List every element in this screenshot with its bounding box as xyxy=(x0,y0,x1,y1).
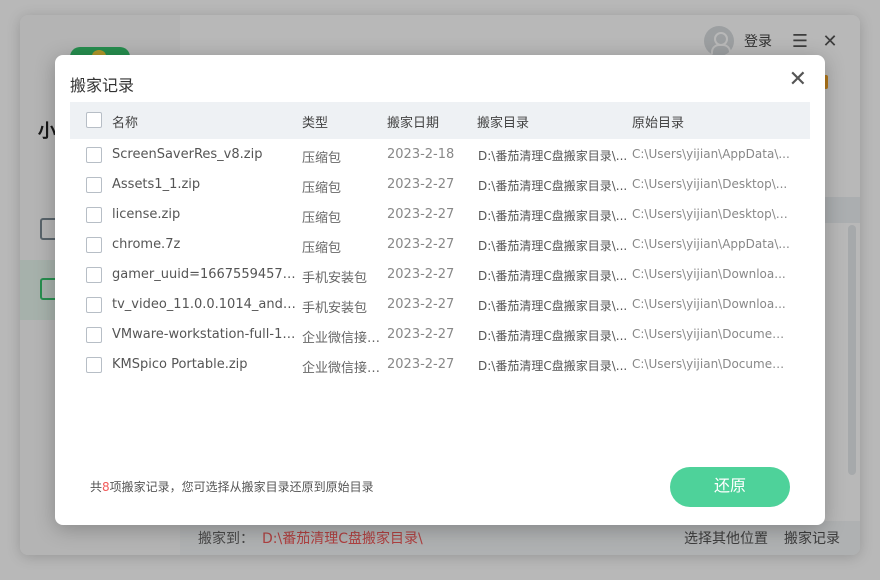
dest-dir: D:\番茄清理C盘搬家目录\... xyxy=(478,299,628,313)
row-checkbox[interactable] xyxy=(86,297,102,313)
file-type: 压缩包 xyxy=(302,211,342,226)
table-row[interactable]: VMware-workstation-full-12.1... 企业微信接收..… xyxy=(70,320,810,350)
dest-dir: D:\番茄清理C盘搬家目录\... xyxy=(478,329,628,343)
row-checkbox[interactable] xyxy=(86,177,102,193)
move-date: 2023-2-27 xyxy=(387,357,455,372)
move-date: 2023-2-18 xyxy=(387,147,455,162)
file-type: 手机安装包 xyxy=(302,271,368,286)
row-checkbox[interactable] xyxy=(86,207,102,223)
table-row[interactable]: ScreenSaverRes_v8.zip 压缩包 2023-2-18 D:\番… xyxy=(70,140,810,170)
dest-dir: D:\番茄清理C盘搬家目录\... xyxy=(478,269,628,283)
dest-dir: D:\番茄清理C盘搬家目录\... xyxy=(478,239,628,253)
file-name: gamer_uuid=1667559457084_... xyxy=(112,267,298,282)
src-dir: C:\Users\yijian\Downloa... xyxy=(632,297,786,311)
dest-dir: D:\番茄清理C盘搬家目录\... xyxy=(478,359,628,373)
move-records-dialog: 搬家记录 ✕ 名称 类型 搬家日期 搬家目录 原始目录 ScreenSaverR… xyxy=(55,55,825,525)
file-name: tv_video_11.0.0.1014_android_... xyxy=(112,297,298,312)
table-row[interactable]: chrome.7z 压缩包 2023-2-27 D:\番茄清理C盘搬家目录\..… xyxy=(70,230,810,260)
row-checkbox[interactable] xyxy=(86,267,102,283)
table-row[interactable]: gamer_uuid=1667559457084_... 手机安装包 2023-… xyxy=(70,260,810,290)
move-date: 2023-2-27 xyxy=(387,267,455,282)
row-checkbox[interactable] xyxy=(86,147,102,163)
move-date: 2023-2-27 xyxy=(387,297,455,312)
records-summary: 共8项搬家记录，您可选择从搬家目录还原到原始目录 xyxy=(90,478,374,495)
row-checkbox[interactable] xyxy=(86,327,102,343)
src-dir: C:\Users\yijian\Desktop\l... xyxy=(632,207,790,221)
table-row[interactable]: Assets1_1.zip 压缩包 2023-2-27 D:\番茄清理C盘搬家目… xyxy=(70,170,810,200)
move-date: 2023-2-27 xyxy=(387,237,455,252)
file-name: ScreenSaverRes_v8.zip xyxy=(112,147,263,162)
file-name: chrome.7z xyxy=(112,237,181,252)
src-dir: C:\Users\yijian\Downloa... xyxy=(632,267,786,281)
file-name: Assets1_1.zip xyxy=(112,177,201,192)
move-date: 2023-2-27 xyxy=(387,207,455,222)
file-type: 压缩包 xyxy=(302,151,342,166)
src-dir: C:\Users\yijian\Documen... xyxy=(632,327,790,341)
src-dir: C:\Users\yijian\Desktop\... xyxy=(632,177,788,191)
dest-dir: D:\番茄清理C盘搬家目录\... xyxy=(478,149,628,163)
dest-dir: D:\番茄清理C盘搬家目录\... xyxy=(478,209,628,223)
record-count: 8 xyxy=(102,480,110,494)
table-row[interactable]: KMSpico Portable.zip 企业微信接收... 2023-2-27… xyxy=(70,350,810,380)
row-checkbox[interactable] xyxy=(86,357,102,373)
file-type: 企业微信接收... xyxy=(302,361,384,376)
file-type: 企业微信接收... xyxy=(302,331,384,346)
summary-suffix: 项搬家记录，您可选择从搬家目录还原到原始目录 xyxy=(109,480,374,494)
row-checkbox[interactable] xyxy=(86,237,102,253)
column-header-src[interactable]: 原始目录 xyxy=(632,112,684,131)
table-row[interactable]: tv_video_11.0.0.1014_android_... 手机安装包 2… xyxy=(70,290,810,320)
column-header-date[interactable]: 搬家日期 xyxy=(387,112,439,131)
file-type: 压缩包 xyxy=(302,241,342,256)
move-date: 2023-2-27 xyxy=(387,327,455,342)
restore-button[interactable]: 还原 xyxy=(670,467,790,507)
file-name: VMware-workstation-full-12.1... xyxy=(112,327,298,342)
file-type: 压缩包 xyxy=(302,181,342,196)
column-header-name[interactable]: 名称 xyxy=(112,112,138,131)
table-row[interactable]: license.zip 压缩包 2023-2-27 D:\番茄清理C盘搬家目录\… xyxy=(70,200,810,230)
src-dir: C:\Users\yijian\Documen... xyxy=(632,357,790,371)
table-header: 名称 类型 搬家日期 搬家目录 原始目录 xyxy=(70,102,810,139)
src-dir: C:\Users\yijian\AppData\... xyxy=(632,237,790,251)
file-type: 手机安装包 xyxy=(302,301,368,316)
src-dir: C:\Users\yijian\AppData\... xyxy=(632,147,790,161)
file-name: license.zip xyxy=(112,207,181,222)
column-header-dest[interactable]: 搬家目录 xyxy=(477,112,529,131)
summary-prefix: 共 xyxy=(90,480,103,494)
close-icon[interactable]: ✕ xyxy=(789,69,807,91)
dialog-title: 搬家记录 xyxy=(70,76,135,95)
file-name: KMSpico Portable.zip xyxy=(112,357,248,372)
column-header-type[interactable]: 类型 xyxy=(302,112,328,131)
dest-dir: D:\番茄清理C盘搬家目录\... xyxy=(478,179,628,193)
move-date: 2023-2-27 xyxy=(387,177,455,192)
select-all-checkbox[interactable] xyxy=(86,112,102,128)
